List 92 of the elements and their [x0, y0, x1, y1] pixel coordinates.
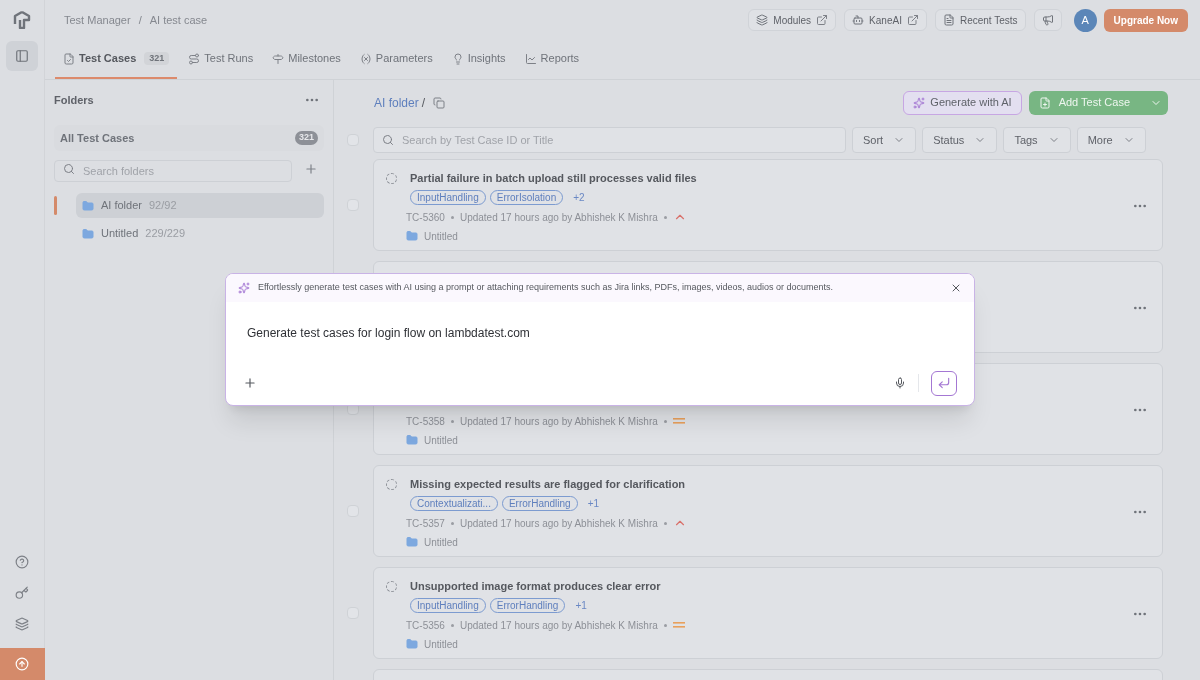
upload-button[interactable]: [0, 648, 45, 680]
breadcrumb-separator: /: [138, 12, 142, 28]
header-button[interactable]: KaneAI: [844, 9, 927, 31]
panel-title: Folders: [54, 92, 94, 108]
updated-text: Updated 17 hours ago by Abhishek K Mishra: [459, 516, 658, 531]
file-icon: [1038, 96, 1051, 109]
generate-with-ai-button[interactable]: Generate with AI: [903, 90, 1022, 115]
more-tags-count: +1: [587, 496, 600, 511]
search-icon: [382, 134, 394, 146]
sidebar-panel-icon: [15, 49, 29, 63]
folder-name: Untitled: [424, 433, 458, 448]
signpost-icon: [272, 52, 285, 65]
folder-name: Untitled: [424, 637, 458, 652]
tab[interactable]: Milestones: [264, 40, 349, 79]
test-case-card[interactable]: Unsupported image format produces clear error InputHandling ErrorHandling +1 TC-5356 Updated 17 hours ago by Abhishek K Mishra Untitled: [373, 567, 1163, 659]
tab[interactable]: Test Runs: [180, 40, 262, 79]
tab[interactable]: Insights: [443, 40, 514, 79]
search-test-cases-field[interactable]: Search by Test Case ID or Title: [373, 127, 846, 153]
panel-toggle-button[interactable]: [6, 41, 38, 71]
microphone-icon[interactable]: [894, 377, 906, 389]
header-button[interactable]: Modules: [748, 9, 837, 31]
add-folder-icon[interactable]: [304, 162, 318, 176]
prompt-input[interactable]: Generate test cases for login flow on lambdatest.com: [226, 302, 974, 361]
dialog-hint: Effortlessly generate test cases with AI using a prompt or attaching requirements such as Jira links, PDFs, images, videos, audios or documents.: [258, 281, 834, 295]
filter-dropdown[interactable]: Tags: [1003, 127, 1071, 153]
folder-item[interactable]: Untitled 229/229: [76, 221, 324, 246]
user-avatar[interactable]: A: [1073, 8, 1097, 32]
ai-icon: [238, 282, 250, 294]
logo-icon[interactable]: [13, 11, 31, 29]
breadcrumb-current: AI test case: [149, 12, 208, 28]
more-tags-count: +2: [573, 190, 585, 205]
filter-dropdown[interactable]: More: [1076, 127, 1146, 153]
header-button[interactable]: Recent Tests: [934, 9, 1026, 31]
attach-icon[interactable]: [243, 376, 257, 390]
test-case-id: TC-5360: [406, 210, 445, 225]
test-case-id: TC-5356: [406, 618, 445, 633]
folder-icon: [406, 434, 418, 446]
upload-icon: [15, 657, 29, 671]
close-icon[interactable]: [950, 282, 962, 294]
lightbulb-icon: [451, 52, 464, 65]
search-icon: [63, 163, 75, 175]
robot-icon: [852, 14, 865, 26]
tab[interactable]: Reports: [516, 40, 588, 79]
folder-icon: [82, 227, 94, 240]
folder-icon: [406, 638, 418, 650]
test-case-card[interactable]: Missing expected results are flagged for clarification Contextualizati... ErrorHandling +1 TC-5357 Updated 17 hours ago by Abhishek K Mishra Untitled: [373, 465, 1163, 557]
count-badge: 321: [294, 131, 318, 145]
sparkles-icon: [913, 96, 926, 109]
test-case-card[interactable]: Partial failure in batch upload still processes valid files InputHandling ErrorIsolation +2 TC-5360 Updated 17 hours ago by Abhishek K Mishra Untitled: [373, 159, 1163, 251]
submit-button[interactable]: [931, 370, 957, 396]
folder-path-link[interactable]: AI folder: [374, 93, 419, 112]
folder-name: Untitled: [424, 229, 458, 244]
test-case-id: TC-5358: [406, 414, 445, 429]
filter-dropdown[interactable]: Status: [922, 127, 998, 153]
test-case-title[interactable]: Unsupported image format produces clear error: [410, 577, 661, 595]
help-icon[interactable]: [15, 555, 29, 569]
tab[interactable]: Parameters: [351, 40, 441, 79]
search-folders-field[interactable]: Search folders: [54, 160, 292, 182]
updated-text: Updated 17 hours ago by Abhishek K Mishra: [459, 414, 658, 429]
tab-count-badge: 321: [144, 51, 170, 66]
document-icon: [942, 14, 955, 26]
folder-icon: [406, 230, 418, 242]
breadcrumb-link[interactable]: Test Manager: [64, 11, 131, 29]
folder-name: AI folder: [101, 198, 142, 214]
folder-name: Untitled: [424, 535, 458, 550]
folder-count: 229/229: [145, 226, 186, 242]
copy-icon[interactable]: [433, 96, 446, 109]
document-icon: [63, 52, 75, 65]
key-icon[interactable]: [15, 586, 29, 600]
chart-icon: [524, 52, 537, 65]
route-icon: [188, 52, 201, 65]
test-case-title[interactable]: Missing expected results are flagged for clarification: [410, 475, 686, 493]
megaphone-icon: [1041, 14, 1054, 26]
filter-dropdown[interactable]: Sort: [852, 127, 917, 153]
enter-icon: [937, 376, 951, 390]
folder-name: Untitled: [101, 226, 139, 242]
announcements-button[interactable]: [1033, 9, 1062, 31]
test-case-id: TC-5357: [406, 516, 445, 531]
folder-icon: [406, 536, 418, 548]
path-separator: /: [421, 94, 426, 112]
external-link-icon: [816, 14, 829, 26]
more-tags-count: +1: [575, 598, 587, 613]
test-case-title[interactable]: Partial failure in batch upload still processes valid files: [410, 169, 697, 187]
layers-icon: [756, 14, 769, 26]
updated-text: Updated 17 hours ago by Abhishek K Mishra: [459, 210, 658, 225]
folder-icon: [82, 199, 94, 212]
layers-icon[interactable]: [15, 617, 29, 631]
variable-icon: [359, 52, 372, 65]
updated-text: Updated 17 hours ago by Abhishek K Mishra: [459, 618, 658, 633]
upgrade-now-button[interactable]: Upgrade Now: [1103, 8, 1188, 32]
external-link-icon: [906, 14, 919, 26]
tab[interactable]: Test Cases 321: [55, 40, 178, 79]
